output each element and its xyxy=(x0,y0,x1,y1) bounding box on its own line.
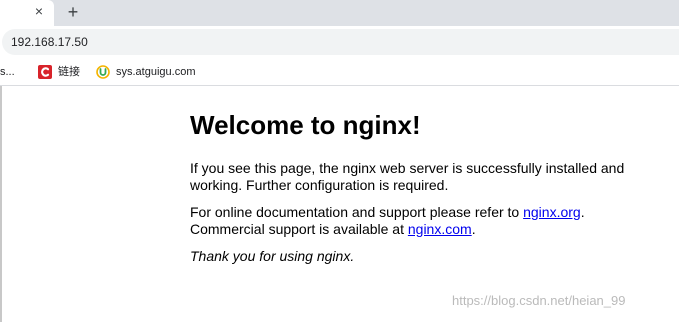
bookmark-link[interactable]: 链接 xyxy=(38,63,80,81)
docs-paragraph: For online documentation and support ple… xyxy=(190,204,660,237)
nginx-com-link[interactable]: nginx.com xyxy=(408,221,472,237)
toolbar: 192.168.17.50 xyxy=(0,26,679,58)
address-text[interactable]: 192.168.17.50 xyxy=(11,34,88,50)
intro-paragraph: If you see this page, the nginx web serv… xyxy=(190,160,625,193)
bookmark-atguigu[interactable]: sys.atguigu.com xyxy=(96,63,195,81)
bookmark-truncated[interactable]: s... xyxy=(0,65,15,79)
address-bar[interactable]: 192.168.17.50 xyxy=(2,29,679,55)
bookmark-label: sys.atguigu.com xyxy=(116,66,196,78)
bookmark-label: 链接 xyxy=(58,66,80,78)
page-heading: Welcome to nginx! xyxy=(190,110,421,140)
watermark: https://blog.csdn.net/heian_99 xyxy=(452,293,626,308)
tab-strip: × + xyxy=(0,0,679,26)
thanks-text: Thank you for using nginx. xyxy=(190,248,355,264)
close-tab-icon[interactable]: × xyxy=(31,3,47,19)
page-content: Welcome to nginx! If you see this page, … xyxy=(190,110,660,265)
u-logo-icon xyxy=(96,65,110,79)
docs-text-end: . xyxy=(471,220,476,237)
nginx-org-link[interactable]: nginx.org xyxy=(523,204,581,220)
bookmarks-bar: s... 链接 sys.atguigu.com xyxy=(0,58,679,86)
new-tab-button[interactable]: + xyxy=(63,2,83,22)
page-left-edge xyxy=(0,86,2,322)
docs-text: For online documentation and support ple… xyxy=(190,204,524,220)
csdn-c-icon xyxy=(38,65,52,79)
active-tab[interactable]: × xyxy=(0,0,54,26)
